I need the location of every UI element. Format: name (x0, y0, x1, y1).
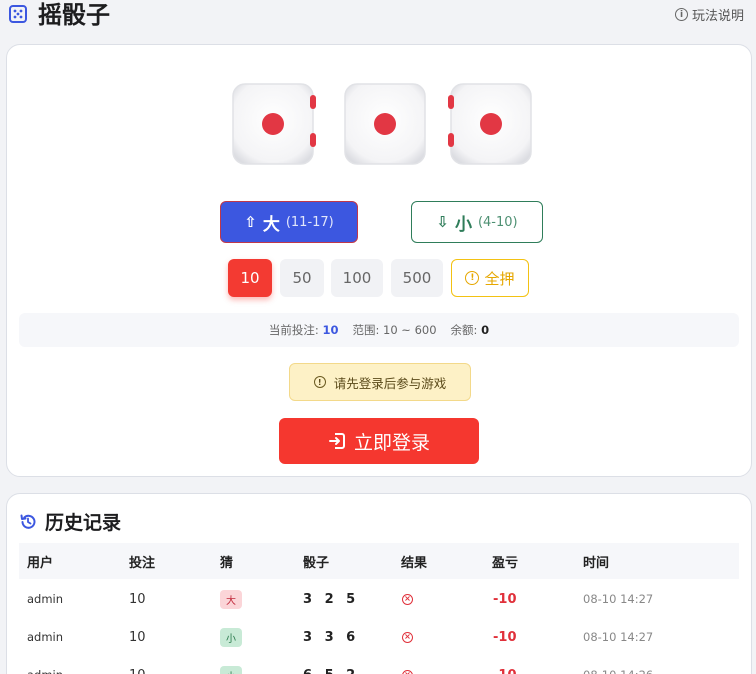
game-panel: ⇧ 大 (11-17) ⇩ 小 (4-10) 10 50 100 500 ! 全… (6, 44, 752, 477)
chip-10[interactable]: 10 (228, 259, 272, 297)
history-header: 历史记录 (19, 508, 121, 535)
die-1 (230, 81, 316, 167)
die-face-icon (344, 83, 426, 165)
cell-profit: -10 (493, 629, 517, 645)
arrow-down-icon: ⇩ (436, 213, 449, 231)
balance-value: 0 (481, 323, 490, 337)
info-icon: i (674, 8, 688, 21)
range-label: 范围: (352, 323, 380, 337)
history-table-header: 用户 投注 猜 骰子 结果 盈亏 时间 (19, 543, 739, 579)
col-guess: 猜 (220, 555, 234, 571)
table-row: admin 10 小 3 3 6 × -10 08-10 14:27 (19, 618, 739, 656)
top-bar: 摇骰子 i 玩法说明 (0, 0, 756, 32)
history-icon (20, 514, 36, 529)
die-face-icon (232, 83, 316, 165)
guess-badge: 大 (220, 589, 242, 609)
cell-time: 08-10 14:27 (583, 592, 654, 606)
dice-logo-icon (9, 5, 27, 23)
bet-big-button[interactable]: ⇧ 大 (11-17) (220, 201, 358, 243)
cell-user: admin (27, 630, 64, 644)
chip-50[interactable]: 50 (280, 259, 324, 297)
cell-user: admin (27, 592, 64, 606)
cell-user: admin (27, 656, 63, 674)
lose-icon: × (402, 631, 413, 643)
cell-dice: 3 3 6 (303, 629, 360, 645)
help-label: 玩法说明 (691, 9, 744, 24)
notice-text: 请先登录后参与游戏 (333, 375, 447, 391)
bet-small-button[interactable]: ⇩ 小 (4-10) (411, 201, 543, 243)
history-panel: 历史记录 用户 投注 猜 骰子 结果 盈亏 时间 admin 10 大 3 2 … (6, 493, 752, 674)
table-row: admin 10 小 6 5 2 × -10 08-10 14:26 (19, 656, 739, 674)
bet-big-range: (11-17) (285, 214, 334, 230)
alert-icon: ! (465, 271, 480, 285)
col-user: 用户 (27, 555, 54, 571)
range-value: 10 ~ 600 (383, 323, 437, 337)
current-bet-value: 10 (322, 323, 339, 337)
login-label: 立即登录 (353, 431, 430, 454)
cell-result: × (402, 580, 413, 618)
cell-guess: 小 (220, 656, 242, 674)
bet-info-bar: 当前投注: 10 范围: 10 ~ 600 余额: 0 (19, 313, 739, 347)
chip-100[interactable]: 100 (331, 259, 383, 297)
balance-label: 余额: (450, 323, 478, 337)
col-bet: 投注 (129, 555, 156, 571)
col-time: 时间 (583, 555, 610, 571)
all-in-button[interactable]: ! 全押 (451, 259, 529, 297)
cell-result: × (402, 656, 413, 674)
cell-bet: 10 (129, 629, 146, 645)
current-bet-label: 当前投注: (268, 323, 319, 337)
dice-row (230, 81, 540, 167)
login-icon (328, 433, 345, 449)
cell-profit: -10 (493, 591, 517, 607)
col-result: 结果 (401, 555, 428, 571)
warning-icon: ! (313, 376, 326, 388)
table-row: admin 10 大 3 2 5 × -10 08-10 14:27 (19, 580, 739, 618)
bet-small-range: (4-10) (477, 214, 518, 230)
cell-time: 08-10 14:27 (583, 630, 654, 644)
current-bet-info: 当前投注: 10 (269, 322, 339, 338)
cell-profit: -10 (493, 656, 517, 674)
chip-500[interactable]: 500 (391, 259, 443, 297)
app-title: 摇骰子 (38, 1, 110, 29)
col-profit: 盈亏 (492, 555, 519, 571)
cell-bet: 10 (129, 656, 146, 674)
die-3 (448, 81, 534, 167)
die-face-icon (448, 83, 532, 165)
all-in-label: 全押 (484, 269, 515, 288)
range-info: 范围: 10 ~ 600 (352, 322, 436, 338)
cell-result: × (402, 618, 413, 656)
bet-small-label: 小 (454, 214, 472, 235)
history-title: 历史记录 (45, 512, 122, 534)
lose-icon: × (402, 593, 413, 605)
cell-bet: 10 (129, 591, 146, 607)
lose-icon: × (402, 669, 413, 674)
bet-big-label: 大 (262, 214, 280, 235)
cell-guess: 小 (220, 618, 242, 656)
die-2 (342, 81, 428, 167)
login-button[interactable]: 立即登录 (279, 418, 479, 464)
guess-badge: 小 (220, 665, 242, 674)
arrow-up-icon: ⇧ (244, 213, 257, 231)
cell-time: 08-10 14:26 (583, 656, 653, 674)
help-link[interactable]: i 玩法说明 (674, 5, 744, 24)
col-dice: 骰子 (303, 555, 330, 571)
guess-badge: 小 (220, 627, 242, 647)
cell-guess: 大 (220, 580, 242, 618)
cell-dice: 3 2 5 (303, 591, 360, 607)
login-notice: ! 请先登录后参与游戏 (289, 363, 471, 401)
cell-dice: 6 5 2 (303, 656, 359, 674)
balance-info: 余额: 0 (451, 322, 490, 338)
